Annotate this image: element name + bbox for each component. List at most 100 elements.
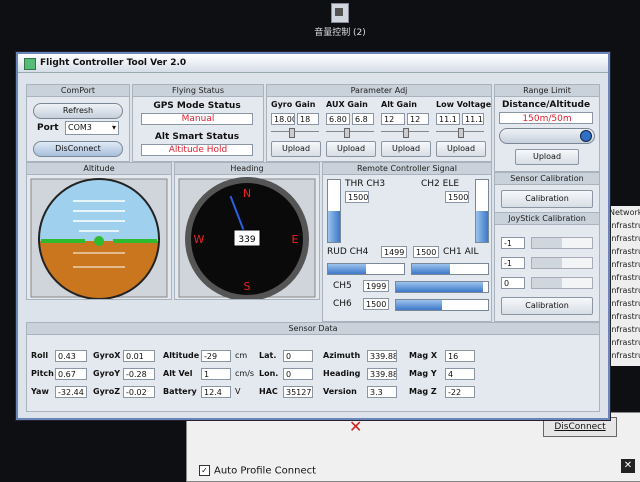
list-item: Infrastru — [609, 221, 640, 230]
azimuth-value: 339.88 — [367, 350, 397, 362]
auto-profile-label: Auto Profile Connect — [214, 465, 317, 477]
list-item: Infrastru — [609, 234, 640, 243]
list-item: Infrastru — [609, 338, 640, 347]
ail-value: 1500 — [413, 246, 439, 258]
background-window: ✕ DisConnect ✓ Auto Profile Connect ✕ — [186, 412, 640, 482]
joystick-value-3: 0 — [501, 277, 525, 289]
azimuth-label: Azimuth — [323, 351, 361, 360]
heading-panel: Heading N E S W 339 — [174, 162, 320, 300]
gyrox-label: GyroX — [93, 351, 121, 360]
list-item: Infrastru — [609, 273, 640, 282]
range-limit-header: Range Limit — [495, 85, 599, 97]
slider-knob-icon[interactable] — [580, 130, 592, 142]
background-disconnect-button[interactable]: DisConnect — [543, 417, 617, 437]
lon-label: Lon. — [259, 369, 279, 378]
joystick-bar-2 — [531, 257, 593, 269]
param-value-b[interactable]: 18 — [297, 113, 319, 125]
param-upload-button[interactable]: Upload — [436, 141, 486, 157]
list-item: Infrastru — [609, 247, 640, 256]
joystick-calibration-button[interactable]: Calibration — [501, 297, 593, 315]
altitude-label: Altitude — [163, 351, 200, 360]
slider-knob[interactable] — [344, 128, 350, 138]
param-slider[interactable] — [271, 128, 319, 138]
title-bar[interactable]: Flight Controller Tool Ver 2.0 — [18, 54, 608, 73]
alt-smart-value: Altitude Hold — [141, 144, 253, 156]
chevron-down-icon: ▾ — [111, 123, 116, 132]
range-upload-button[interactable]: Upload — [515, 149, 579, 165]
param-value-b[interactable]: 6.8 — [352, 113, 374, 125]
list-item: Network — [609, 208, 640, 217]
param-slider[interactable] — [326, 128, 374, 138]
ch6-label: CH6 — [333, 299, 352, 309]
ele-label: CH2 ELE — [421, 179, 460, 189]
distance-altitude-value: 150m/50m — [499, 112, 593, 124]
volume-control-desktop-icon[interactable]: 音量控制 (2) — [300, 3, 380, 38]
yaw-label: Yaw — [31, 387, 49, 396]
app-icon — [24, 58, 36, 70]
ail-bar — [411, 263, 489, 275]
joystick-calibration-header: JoyStick Calibration — [495, 213, 599, 225]
joystick-bar-1 — [531, 237, 593, 249]
param-slider[interactable] — [381, 128, 429, 138]
auto-profile-connect-checkbox[interactable]: ✓ Auto Profile Connect — [199, 465, 316, 477]
gps-mode-title: GPS Mode Status — [153, 101, 241, 111]
altitude-unit: cm — [235, 351, 248, 360]
param-upload-button[interactable]: Upload — [381, 141, 431, 157]
list-item: Infrastru — [609, 299, 640, 308]
param-value-a[interactable]: 12 — [381, 113, 405, 125]
param-label: AUX Gain — [326, 100, 368, 109]
ch5-label: CH5 — [333, 281, 352, 291]
port-value: COM3 — [68, 123, 92, 132]
gyroz-value: -0.02 — [123, 386, 155, 398]
battery-label: Battery — [163, 387, 197, 396]
flying-status-panel: Flying Status GPS Mode Status Manual Alt… — [132, 84, 264, 162]
alt-vel-unit: cm/s — [235, 369, 255, 378]
distance-altitude-title: Distance/Altitude — [501, 100, 591, 110]
joystick-value-2: -1 — [501, 257, 525, 269]
disconnect-button[interactable]: DisConnect — [33, 141, 123, 157]
param-value-a[interactable]: 18.00 — [271, 113, 295, 125]
slider-knob[interactable] — [458, 128, 464, 138]
hac-label: HAC — [259, 387, 278, 396]
battery-value: 12.4 — [201, 386, 231, 398]
param-value-b[interactable]: 11.1 — [462, 113, 484, 125]
version-value: 3.3 — [367, 386, 397, 398]
joystick-calibration-panel: JoyStick Calibration -1 -1 0 Calibration — [494, 212, 600, 322]
range-slider[interactable] — [499, 128, 595, 144]
param-upload-button[interactable]: Upload — [326, 141, 376, 157]
checkbox-checked-icon: ✓ — [199, 465, 210, 476]
close-icon[interactable]: ✕ — [621, 459, 635, 473]
param-upload-button[interactable]: Upload — [271, 141, 321, 157]
param-value-b[interactable]: 12 — [407, 113, 429, 125]
roll-label: Roll — [31, 351, 49, 360]
slider-knob[interactable] — [403, 128, 409, 138]
magz-value: -22 — [445, 386, 475, 398]
slider-knob[interactable] — [289, 128, 295, 138]
roll-value: 0.43 — [55, 350, 87, 362]
sensor-data-panel: Sensor Data Roll 0.43 Pitch 0.67 Yaw -32… — [26, 322, 600, 412]
thr-label: THR CH3 — [345, 179, 386, 189]
port-select[interactable]: COM3 ▾ — [65, 121, 119, 135]
param-slider[interactable] — [436, 128, 484, 138]
compass: N E S W 339 — [178, 177, 316, 299]
altitude-header: Altitude — [27, 163, 171, 175]
alt-vel-label: Alt Vel — [163, 369, 193, 378]
magx-label: Mag X — [409, 351, 438, 360]
list-item: Infrastru — [609, 312, 640, 321]
list-item: Infrastru — [609, 286, 640, 295]
param-value-a[interactable]: 6.80 — [326, 113, 350, 125]
ail-label: CH1 AIL — [443, 247, 479, 257]
refresh-button[interactable]: Refresh — [33, 103, 123, 119]
compass-s: S — [244, 280, 251, 293]
ch6-value: 1500 — [363, 298, 389, 310]
heading-header: Heading — [175, 163, 319, 175]
compass-w: W — [194, 233, 205, 246]
alt-smart-title: Alt Smart Status — [154, 132, 240, 142]
comport-panel: ComPort Refresh Port COM3 ▾ DisConnect — [26, 84, 130, 162]
left-desktop-strip — [0, 85, 14, 305]
shortcut-icon — [331, 3, 349, 23]
flying-status-header: Flying Status — [133, 85, 263, 97]
magy-value: 4 — [445, 368, 475, 380]
param-value-a[interactable]: 11.1 — [436, 113, 460, 125]
sensor-calibration-button[interactable]: Calibration — [501, 190, 593, 208]
